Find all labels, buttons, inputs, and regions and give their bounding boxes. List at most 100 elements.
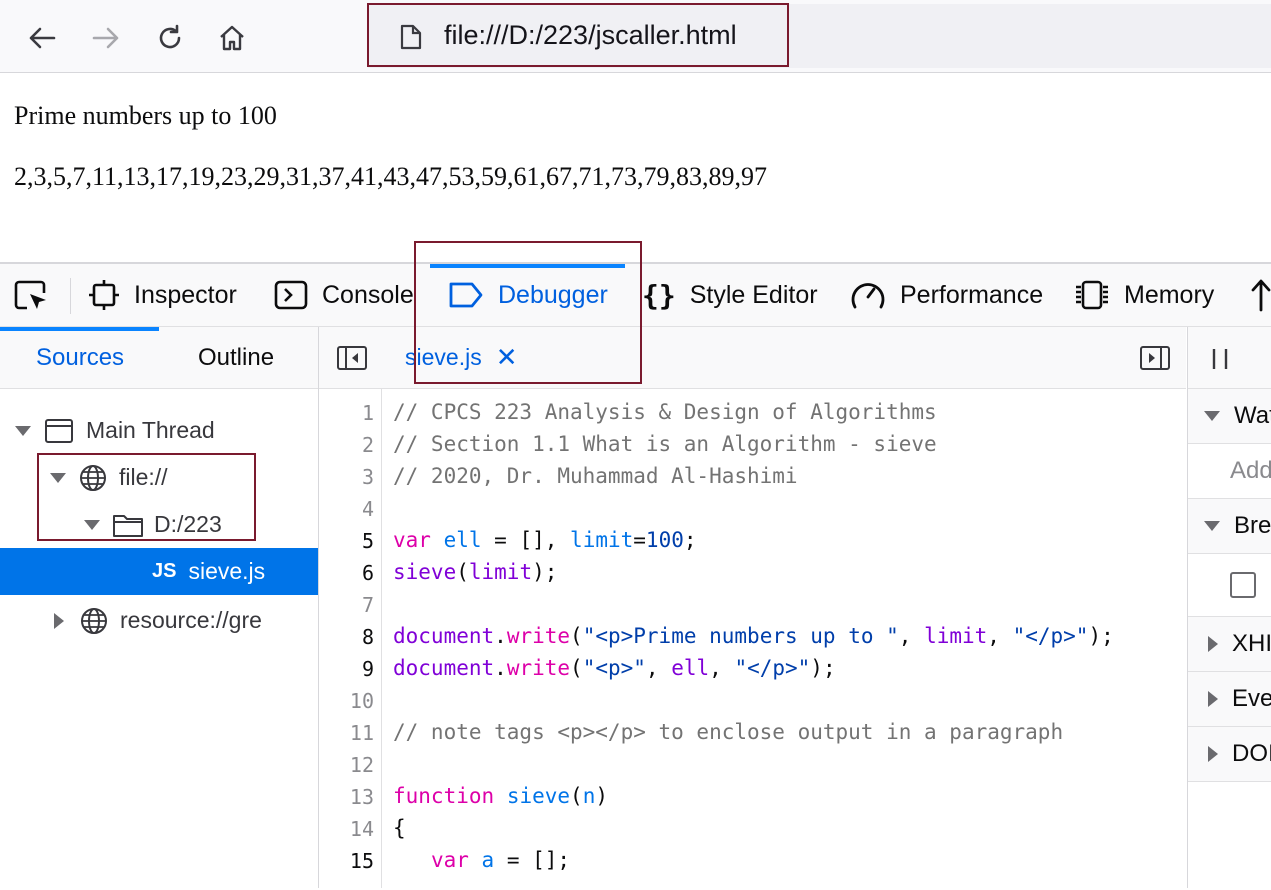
dom-mutation-breakpoints-header[interactable]: DOI <box>1188 727 1271 782</box>
reload-button[interactable] <box>150 18 190 58</box>
collapsed-caret-icon <box>1208 691 1218 707</box>
code-line: var a = []; <box>430 848 571 872</box>
expanded-caret-icon <box>1204 411 1220 421</box>
line-number[interactable]: 2 <box>362 433 374 457</box>
gauge-icon <box>851 283 885 309</box>
js-file-icon: JS <box>152 560 177 582</box>
code-line: document.write("<p>Prime numbers up to "… <box>393 624 1114 648</box>
braces-icon: {} <box>642 278 676 312</box>
event-listener-breakpoints-header[interactable]: Eve <box>1188 672 1271 727</box>
page-heading: Prime numbers up to 100 <box>14 101 277 130</box>
arrow-left-icon <box>29 27 56 49</box>
expanded-caret-icon <box>1204 521 1220 531</box>
expanded-caret-icon <box>15 425 31 436</box>
line-number-gutter[interactable]: 1 2 3 4 5 6 7 8 9 10 11 12 13 14 15 <box>319 389 382 888</box>
arrow-right-icon <box>92 27 119 49</box>
line-number[interactable]: 7 <box>362 593 374 617</box>
sources-pane: Sources Outline Main Thread file:// D:/2… <box>0 327 319 888</box>
line-number[interactable]: 4 <box>362 497 374 521</box>
element-picker-icon[interactable] <box>14 280 50 319</box>
line-number[interactable]: 5 <box>362 529 374 553</box>
line-number[interactable]: 13 <box>350 785 374 809</box>
window-icon <box>45 418 73 443</box>
tab-performance[interactable]: Performance <box>850 264 1043 326</box>
tab-performance-label: Performance <box>900 280 1044 309</box>
memory-chip-icon <box>1076 280 1108 310</box>
pause-on-exceptions-row[interactable] <box>1188 554 1271 617</box>
line-number[interactable]: 1 <box>362 401 374 425</box>
line-number[interactable]: 3 <box>362 465 374 489</box>
tab-style-editor[interactable]: {} Style Editor <box>642 264 818 326</box>
line-number[interactable]: 14 <box>350 817 374 841</box>
tab-inspector[interactable]: Inspector <box>88 264 237 326</box>
tree-item-label: sieve.js <box>188 558 266 584</box>
dom-mutation-label: DOI <box>1232 740 1271 767</box>
tab-network-partial[interactable] <box>1250 264 1271 326</box>
tree-item-sieve-js[interactable]: JS sieve.js <box>0 548 318 595</box>
folder-annotation-box <box>37 453 256 541</box>
tab-memory[interactable]: Memory <box>1074 264 1214 326</box>
collapsed-caret-icon <box>1208 746 1218 762</box>
tab-sources[interactable]: Sources <box>36 327 124 388</box>
code-line: function sieve(n) <box>393 784 608 808</box>
line-number[interactable]: 12 <box>350 753 374 777</box>
code-line: var ell = [], limit=100; <box>393 528 697 552</box>
tab-separator <box>70 278 71 314</box>
code-line: // note tags <p></p> to enclose output i… <box>393 720 1064 744</box>
home-icon <box>220 25 244 51</box>
line-number[interactable]: 15 <box>350 849 374 873</box>
tree-item-resource[interactable]: resource://gre <box>0 597 318 644</box>
debugger-right-pane: Wat Add Brea XHI Eve DOI <box>1187 327 1271 888</box>
line-number[interactable]: 10 <box>350 689 374 713</box>
tree-item-label: resource://gre <box>120 607 262 633</box>
code-line: // CPCS 223 Analysis & Design of Algorit… <box>393 400 937 424</box>
inspector-icon <box>89 280 119 310</box>
sources-subtabs: Sources Outline <box>0 327 318 389</box>
tab-outline[interactable]: Outline <box>198 327 274 388</box>
xhr-breakpoints-header[interactable]: XHI <box>1188 617 1271 672</box>
line-number[interactable]: 8 <box>362 625 374 649</box>
code-editor: sieve.js ✕ 1 2 3 4 5 6 7 8 9 10 11 12 13… <box>319 327 1186 888</box>
watch-expressions-label: Wat <box>1234 402 1271 429</box>
debugger-controls <box>1188 327 1271 389</box>
line-number[interactable]: 11 <box>350 721 374 745</box>
tab-console-label: Console <box>322 280 414 309</box>
toggle-sources-pane-icon[interactable] <box>336 345 368 376</box>
checkbox[interactable] <box>1230 572 1256 598</box>
code-line: document.write("<p>", ell, "</p>"); <box>393 656 836 680</box>
tab-console[interactable]: Console <box>274 264 414 326</box>
pause-icon[interactable] <box>1210 347 1230 376</box>
tab-memory-label: Memory <box>1124 280 1215 309</box>
reload-icon <box>159 24 181 49</box>
console-icon <box>274 280 308 310</box>
debugger-annotation-box <box>414 241 642 384</box>
tree-item-main-thread[interactable]: Main Thread <box>0 407 318 454</box>
breakpoints-label: Brea <box>1234 512 1271 539</box>
code-line: // 2020, Dr. Muhammad Al-Hashimi <box>393 464 798 488</box>
code-line: // Section 1.1 What is an Algorithm - si… <box>393 432 937 456</box>
toggle-right-pane-icon[interactable] <box>1139 345 1171 376</box>
watch-expressions-header[interactable]: Wat <box>1188 389 1271 444</box>
breakpoints-header[interactable]: Brea <box>1188 499 1271 554</box>
collapsed-caret-icon <box>54 612 64 629</box>
collapsed-caret-icon <box>1208 636 1218 652</box>
code-line: sieve(limit); <box>393 560 558 584</box>
url-annotation-box <box>367 3 789 67</box>
xhr-breakpoints-label: XHI <box>1232 630 1271 657</box>
back-button[interactable] <box>22 18 62 58</box>
home-button[interactable] <box>212 18 252 58</box>
add-watch-placeholder: Add <box>1230 457 1271 484</box>
browser-toolbar: file:///D:/223/jscaller.html <box>0 0 1271 73</box>
arrow-up-icon <box>1251 279 1271 312</box>
tab-inspector-label: Inspector <box>134 280 237 309</box>
primes-output: 2,3,5,7,11,13,17,19,23,29,31,37,41,43,47… <box>14 162 768 191</box>
tree-item-label: Main Thread <box>86 417 215 443</box>
tab-style-editor-label: Style Editor <box>689 280 818 309</box>
page-content: Prime numbers up to 100 2,3,5,7,11,13,17… <box>0 73 1271 262</box>
event-listener-label: Eve <box>1232 685 1271 712</box>
add-watch-input[interactable]: Add <box>1188 444 1271 499</box>
line-number[interactable]: 9 <box>362 657 374 681</box>
line-number[interactable]: 6 <box>362 561 374 585</box>
globe-icon <box>81 607 107 634</box>
forward-button[interactable] <box>86 18 126 58</box>
